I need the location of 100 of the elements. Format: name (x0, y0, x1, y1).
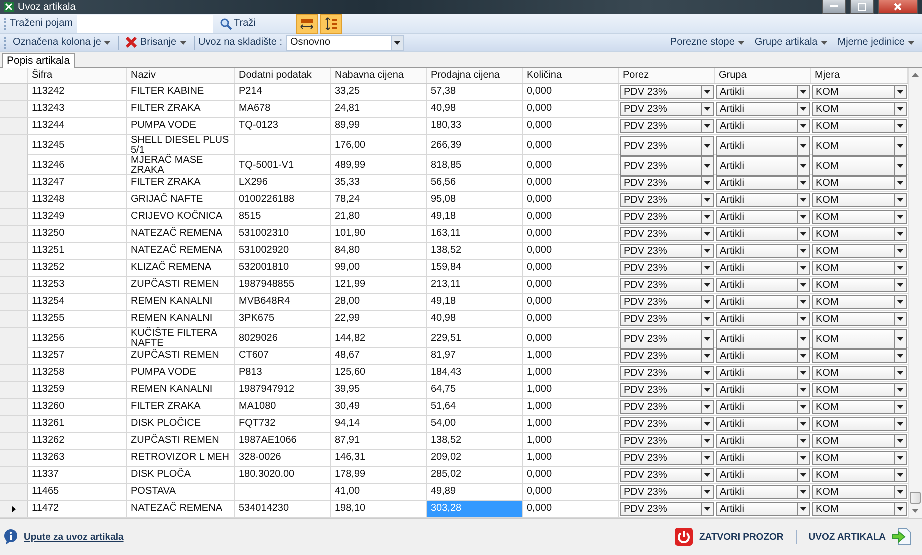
search-button[interactable]: Traži (217, 14, 259, 32)
table-select[interactable]: PDV 23% (620, 278, 714, 292)
row-header[interactable] (0, 501, 28, 517)
table-select[interactable]: PDV 23% (620, 119, 714, 133)
table-select[interactable]: KOM (812, 85, 907, 99)
table-select[interactable]: Artikli (716, 502, 810, 516)
table-select[interactable]: PDV 23% (620, 349, 714, 363)
table-select[interactable]: Artikli (716, 244, 810, 258)
table-select[interactable]: KOM (812, 193, 907, 207)
scrollbar[interactable] (908, 68, 922, 518)
table-select[interactable]: KOM (812, 417, 907, 431)
table-select[interactable]: KOM (812, 400, 907, 414)
toggle-button[interactable] (296, 14, 317, 32)
column-header[interactable]: Količina (523, 68, 619, 83)
table-select[interactable]: PDV 23% (620, 329, 714, 349)
table-select[interactable]: PDV 23% (620, 156, 714, 176)
table-select[interactable]: KOM (812, 468, 907, 482)
column-header[interactable]: Nabavna cijena (331, 68, 427, 83)
table-select[interactable]: PDV 23% (620, 366, 714, 380)
table-select[interactable]: PDV 23% (620, 261, 714, 275)
table-select[interactable]: PDV 23% (620, 451, 714, 465)
table-select[interactable]: PDV 23% (620, 485, 714, 499)
close-window-button[interactable]: ZATVORI PROZOR (669, 526, 790, 548)
menu-button[interactable]: Porezne stope (667, 37, 748, 48)
table-select[interactable]: Artikli (716, 136, 810, 156)
scroll-up-icon[interactable] (912, 73, 919, 77)
table-select[interactable]: Artikli (716, 400, 810, 414)
table-select[interactable]: PDV 23% (620, 400, 714, 414)
table-select[interactable]: KOM (812, 295, 907, 309)
table-select[interactable]: PDV 23% (620, 193, 714, 207)
column-header[interactable]: Grupa (715, 68, 811, 83)
table-select[interactable]: KOM (812, 451, 907, 465)
table-select[interactable]: Artikli (716, 451, 810, 465)
table-select[interactable]: KOM (812, 349, 907, 363)
toggle-button[interactable] (320, 14, 341, 32)
table-select[interactable]: KOM (812, 485, 907, 499)
table-select[interactable]: Artikli (716, 366, 810, 380)
table-select[interactable]: KOM (812, 434, 907, 448)
tab[interactable]: Popis artikala (2, 53, 76, 68)
column-header[interactable]: Mjera (811, 68, 908, 83)
table-select[interactable]: KOM (812, 261, 907, 275)
column-header[interactable]: Prodajna cijena (427, 68, 523, 83)
close-button[interactable] (878, 0, 918, 14)
table-select[interactable]: Artikli (716, 85, 810, 99)
table-select[interactable]: Artikli (716, 468, 810, 482)
table-select[interactable]: Artikli (716, 329, 810, 349)
table-select[interactable]: KOM (812, 176, 907, 190)
column-header[interactable]: Naziv (127, 68, 235, 83)
table-select[interactable]: PDV 23% (620, 102, 714, 116)
table-select[interactable]: KOM (812, 136, 907, 156)
table-select[interactable]: KOM (812, 383, 907, 397)
menu-button[interactable]: Grupe artikala (752, 37, 831, 48)
table-select[interactable]: PDV 23% (620, 244, 714, 258)
table-select[interactable]: KOM (812, 227, 907, 241)
search-field[interactable] (77, 14, 213, 32)
table-select[interactable]: PDV 23% (620, 210, 714, 224)
table-select[interactable]: Artikli (716, 417, 810, 431)
table-select[interactable]: Artikli (716, 485, 810, 499)
table-select[interactable]: PDV 23% (620, 176, 714, 190)
menu-button[interactable]: Brisanje (123, 37, 190, 48)
table-select[interactable]: Artikli (716, 349, 810, 363)
table-select[interactable]: PDV 23% (620, 502, 714, 516)
table-select[interactable]: KOM (812, 278, 907, 292)
help-link[interactable]: Upute za uvoz artikala (24, 532, 124, 542)
table-select[interactable]: Artikli (716, 156, 810, 176)
table-select[interactable]: PDV 23% (620, 417, 714, 431)
scroll-down-icon[interactable] (912, 509, 919, 513)
column-header[interactable]: Porez (619, 68, 715, 83)
scroll-thumb[interactable] (910, 492, 921, 504)
table-select[interactable]: KOM (812, 366, 907, 380)
table-select[interactable]: KOM (812, 102, 907, 116)
table-select[interactable]: Artikli (716, 261, 810, 275)
table-select[interactable]: KOM (812, 502, 907, 516)
maximize-button[interactable] (850, 0, 874, 14)
table-select[interactable]: PDV 23% (620, 312, 714, 326)
table-select[interactable]: Artikli (716, 227, 810, 241)
table-select[interactable]: KOM (812, 329, 907, 349)
table-select[interactable]: Artikli (716, 176, 810, 190)
table-select[interactable]: PDV 23% (620, 383, 714, 397)
table-select[interactable]: Artikli (716, 295, 810, 309)
table-select[interactable]: PDV 23% (620, 434, 714, 448)
table-select[interactable]: KOM (812, 312, 907, 326)
menu-button[interactable]: Označena kolona je (10, 37, 114, 48)
table-select[interactable]: PDV 23% (620, 227, 714, 241)
table-select[interactable]: Artikli (716, 119, 810, 133)
table-select[interactable]: PDV 23% (620, 136, 714, 156)
table-select[interactable]: Artikli (716, 102, 810, 116)
warehouse-select[interactable]: Osnovno (286, 34, 404, 50)
table-select[interactable]: KOM (812, 119, 907, 133)
table-select[interactable]: PDV 23% (620, 295, 714, 309)
table-select[interactable]: Artikli (716, 383, 810, 397)
table-select[interactable]: Artikli (716, 210, 810, 224)
minimize-button[interactable] (822, 0, 846, 14)
table-select[interactable]: PDV 23% (620, 468, 714, 482)
column-header[interactable]: Šifra (28, 68, 127, 83)
table-select[interactable]: Artikli (716, 193, 810, 207)
table-select[interactable]: Artikli (716, 312, 810, 326)
table-select[interactable]: Artikli (716, 278, 810, 292)
table-select[interactable]: Artikli (716, 434, 810, 448)
column-header[interactable]: Dodatni podatak (235, 68, 331, 83)
